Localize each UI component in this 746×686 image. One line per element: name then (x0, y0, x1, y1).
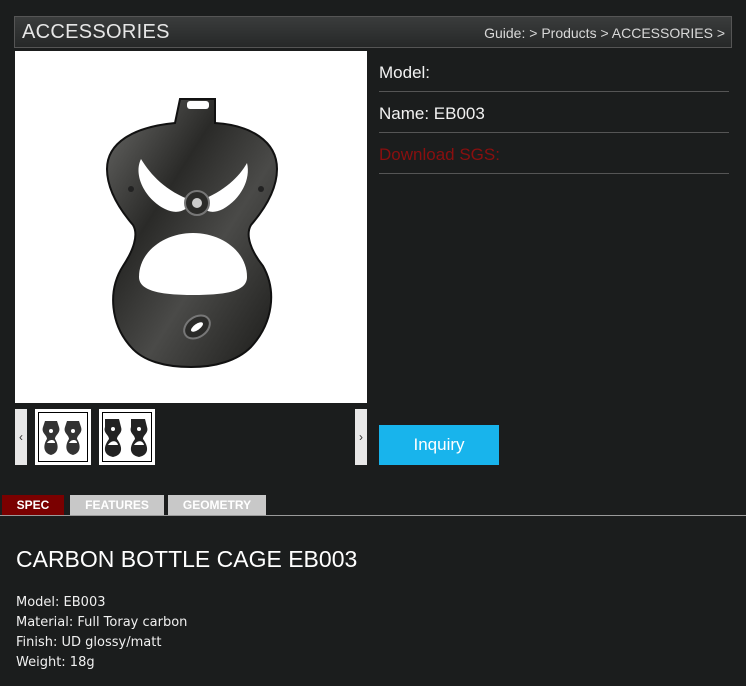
name-field: Name: EB003 (379, 92, 729, 133)
bottle-cage-image (105, 98, 279, 369)
category-title: ACCESSORIES (22, 21, 170, 43)
tabs-divider (0, 515, 746, 516)
tab-features[interactable]: FEATURES (70, 495, 164, 515)
breadcrumb-guide: Guide: (484, 25, 526, 41)
spec-material: Material: Full Toray carbon (16, 615, 188, 630)
spec-weight: Weight: 18g (16, 655, 95, 670)
breadcrumb: Guide: > Products > ACCESSORIES > (484, 25, 725, 41)
tab-spec[interactable]: SPEC (2, 495, 64, 515)
spec-finish: Finish: UD glossy/matt (16, 635, 162, 650)
spec-model: Model: EB003 (16, 595, 106, 610)
product-main-image[interactable] (15, 51, 367, 403)
product-info-panel: Model: Name: EB003 Download SGS: (379, 51, 729, 174)
product-description: CARBON BOTTLE CAGE EB003 Model: EB003 Ma… (16, 546, 357, 673)
breadcrumb-separator: > (716, 25, 725, 41)
tab-geometry[interactable]: GEOMETRY (168, 495, 266, 515)
breadcrumb-separator: > (600, 25, 609, 41)
inquiry-button[interactable]: Inquiry (379, 425, 499, 465)
thumbnail-next-button[interactable]: › (355, 409, 367, 465)
thumbnail-2[interactable] (99, 409, 155, 465)
breadcrumb-products-link[interactable]: Products (541, 25, 596, 41)
category-header-bar: ACCESSORIES Guide: > Products > ACCESSOR… (14, 16, 732, 48)
breadcrumb-separator: > (529, 25, 538, 41)
thumbnail-1[interactable] (35, 409, 91, 465)
model-field: Model: (379, 51, 729, 92)
download-sgs-link[interactable]: Download SGS: (379, 133, 729, 174)
thumbnail-prev-button[interactable]: ‹ (15, 409, 27, 465)
thumbnail-cage-pair-image (104, 419, 148, 457)
breadcrumb-accessories-link[interactable]: ACCESSORIES (612, 25, 713, 41)
product-heading: CARBON BOTTLE CAGE EB003 (16, 546, 358, 572)
thumbnail-strip: ‹ › (15, 407, 367, 465)
thumbnail-cage-pair-image (42, 421, 82, 455)
